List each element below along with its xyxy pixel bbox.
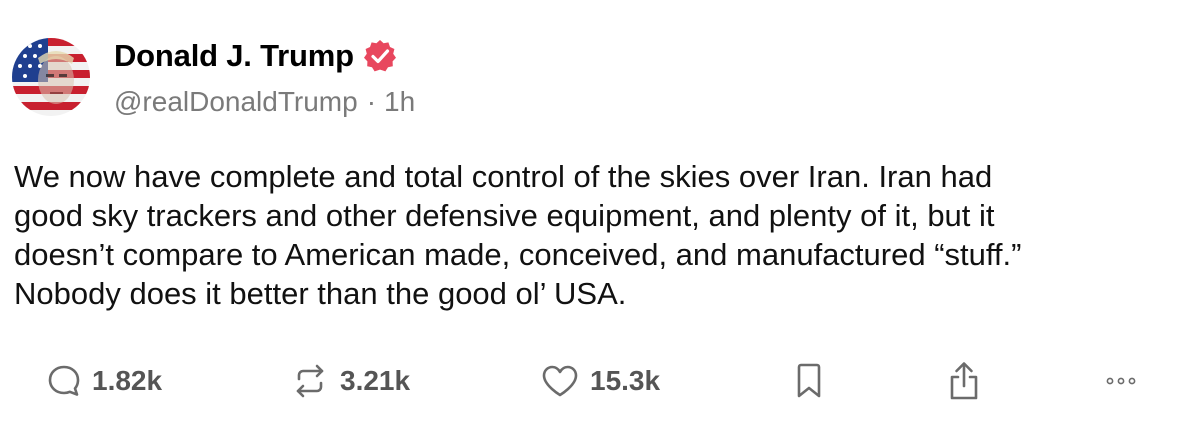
share-icon	[944, 360, 984, 402]
bookmark-icon	[794, 361, 824, 401]
post-card: Donald J. Trump @realDonaldTrump · 1h We…	[0, 0, 1204, 438]
post-body-line: We now have complete and total control o…	[14, 159, 993, 194]
share-button[interactable]	[944, 358, 984, 404]
post-body-line: doesn’t compare to American made, concei…	[14, 237, 1022, 272]
bookmark-button[interactable]	[794, 358, 824, 404]
handle-row: @realDonaldTrump · 1h	[114, 85, 415, 119]
post-body-line: good sky trackers and other defensive eq…	[14, 198, 995, 233]
repost-count: 3.21k	[340, 365, 411, 396]
action-bar: 1.82k 3.21k 15.3k	[0, 358, 1204, 404]
post-timestamp[interactable]: 1h	[384, 86, 415, 118]
repost-icon	[290, 363, 330, 399]
more-options-button[interactable]	[1106, 358, 1136, 404]
flag-portrait-avatar-icon	[12, 38, 90, 116]
user-handle[interactable]: @realDonaldTrump	[114, 86, 358, 118]
more-icon	[1106, 375, 1136, 387]
name-row: Donald J. Trump	[114, 36, 415, 76]
display-name[interactable]: Donald J. Trump	[114, 38, 354, 74]
post-body-line: Nobody does it better than the good ol’ …	[14, 276, 627, 311]
reply-count: 1.82k	[92, 365, 163, 396]
post-header: Donald J. Trump @realDonaldTrump · 1h	[114, 36, 415, 119]
reply-icon	[46, 363, 82, 399]
post-body: We now have complete and total control o…	[14, 157, 1174, 313]
reply-button[interactable]: 1.82k	[46, 358, 162, 404]
avatar[interactable]	[12, 38, 90, 116]
heart-icon	[540, 363, 580, 399]
like-count: 15.3k	[590, 365, 661, 396]
like-button[interactable]: 15.3k	[540, 358, 660, 404]
separator-dot: ·	[366, 86, 377, 117]
repost-button[interactable]: 3.21k	[290, 358, 410, 404]
verified-badge-icon	[362, 38, 398, 74]
